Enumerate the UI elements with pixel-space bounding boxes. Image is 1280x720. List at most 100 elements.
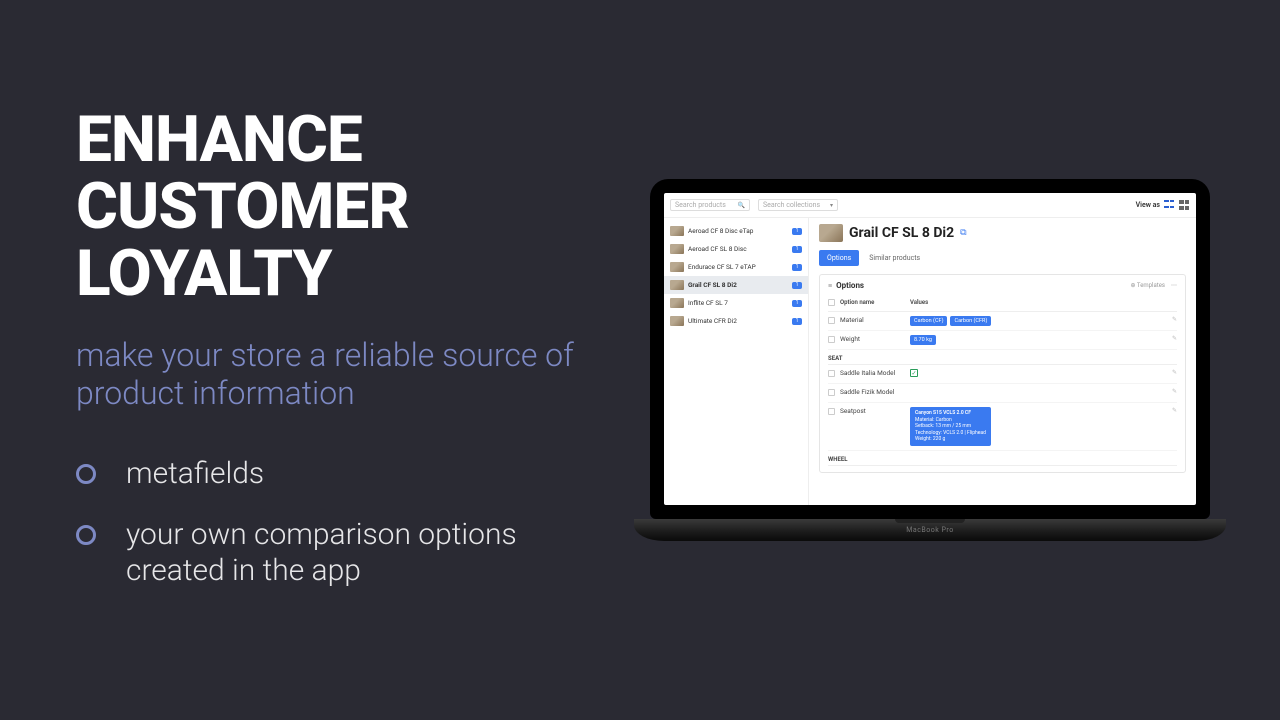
main-area: Aeroad CF 8 Disc eTap 1 Aeroad CF SL 8 Di… bbox=[664, 218, 1196, 505]
option-row: Saddle Italia Model ✓ ✎ bbox=[828, 365, 1177, 384]
chevron-down-icon: ▾ bbox=[830, 202, 833, 209]
search-placeholder: Search products bbox=[675, 201, 726, 209]
sidebar-item-label: Grail CF SL 8 Di2 bbox=[688, 281, 788, 289]
laptop-notch bbox=[895, 519, 965, 523]
sidebar-item[interactable]: Grail CF SL 8 Di2 1 bbox=[664, 276, 808, 294]
sidebar-item[interactable]: Endurace CF SL 7 eTAP 1 bbox=[664, 258, 808, 276]
view-as-toggle: View as bbox=[1136, 200, 1190, 211]
tab-options[interactable]: Options bbox=[819, 250, 859, 266]
section-header: SEAT bbox=[828, 350, 1177, 365]
sidebar-item[interactable]: Aeroad CF SL 8 Disc 1 bbox=[664, 240, 808, 258]
laptop-brand: MacBook Pro bbox=[906, 526, 953, 534]
option-name: Seatpost bbox=[840, 407, 910, 415]
count-badge: 1 bbox=[792, 228, 802, 235]
col-option-name: Option name bbox=[840, 299, 910, 308]
product-title: Grail CF SL 8 Di2 bbox=[849, 225, 954, 241]
product-thumb bbox=[670, 226, 684, 236]
list-icon: ≡ bbox=[828, 282, 832, 290]
option-row: Seatpost Canyon S15 VCLS 2.0 CF Material… bbox=[828, 403, 1177, 451]
product-detail: Grail CF SL 8 Di2 ⧉ Options Similar prod… bbox=[809, 218, 1196, 505]
sidebar-item[interactable]: Inflite CF SL 7 1 bbox=[664, 294, 808, 312]
check-icon: ✓ bbox=[910, 369, 918, 377]
edit-icon[interactable]: ✎ bbox=[1165, 407, 1177, 414]
value-tag-multiline[interactable]: Canyon S15 VCLS 2.0 CF Material: Carbon … bbox=[910, 407, 991, 446]
count-badge: 1 bbox=[792, 318, 802, 325]
option-name: Weight bbox=[840, 335, 910, 343]
search-products-input[interactable]: Search products 🔍 bbox=[670, 199, 750, 211]
count-badge: 1 bbox=[792, 300, 802, 307]
bullet-item: metafields bbox=[76, 456, 580, 493]
sidebar-item-label: Inflite CF SL 7 bbox=[688, 299, 788, 307]
option-row: Saddle Fizik Model ✎ bbox=[828, 384, 1177, 403]
value-tag[interactable]: Carbon (CF) bbox=[910, 316, 947, 326]
search-collections-input[interactable]: Search collections ▾ bbox=[758, 199, 838, 211]
option-name: Material bbox=[840, 316, 910, 324]
option-row: Weight 8.70 kg ✎ bbox=[828, 331, 1177, 350]
sidebar-item-label: Aeroad CF SL 8 Disc bbox=[688, 245, 788, 253]
headline: ENHANCE CUSTOMER LOYALTY bbox=[76, 106, 580, 308]
col-values: Values bbox=[910, 299, 1177, 308]
bullet-ring-icon bbox=[76, 525, 96, 545]
edit-icon[interactable]: ✎ bbox=[1165, 335, 1177, 342]
edit-icon[interactable]: ✎ bbox=[1165, 316, 1177, 323]
subheadline: make your store a reliable source of pro… bbox=[76, 336, 580, 413]
section-header: WHEEL bbox=[828, 451, 1177, 466]
templates-icon: ⊕ bbox=[1131, 282, 1136, 289]
tab-similar-products[interactable]: Similar products bbox=[861, 250, 928, 266]
headline-line: ENHANCE bbox=[76, 106, 580, 173]
marketing-copy: ENHANCE CUSTOMER LOYALTY make your store… bbox=[0, 106, 580, 614]
list-view-icon[interactable] bbox=[1164, 200, 1175, 211]
laptop-bezel: Search products 🔍 Search collections ▾ V… bbox=[650, 179, 1210, 519]
checkbox[interactable] bbox=[828, 389, 835, 396]
bullet-ring-icon bbox=[76, 464, 96, 484]
search-icon: 🔍 bbox=[738, 202, 745, 209]
product-thumb bbox=[670, 298, 684, 308]
checkbox[interactable] bbox=[828, 317, 835, 324]
count-badge: 1 bbox=[792, 282, 802, 289]
sidebar-item[interactable]: Aeroad CF 8 Disc eTap 1 bbox=[664, 222, 808, 240]
product-sidebar: Aeroad CF 8 Disc eTap 1 Aeroad CF SL 8 Di… bbox=[664, 218, 809, 505]
external-link-icon[interactable]: ⧉ bbox=[960, 228, 966, 238]
checkbox[interactable] bbox=[828, 408, 835, 415]
option-name: Saddle Fizik Model bbox=[840, 388, 910, 396]
product-thumb bbox=[670, 316, 684, 326]
topbar: Search products 🔍 Search collections ▾ V… bbox=[664, 193, 1196, 218]
product-thumb bbox=[670, 244, 684, 254]
product-thumb bbox=[670, 262, 684, 272]
app-screen: Search products 🔍 Search collections ▾ V… bbox=[664, 193, 1196, 505]
edit-icon[interactable]: ✎ bbox=[1165, 388, 1177, 395]
checkbox[interactable] bbox=[828, 336, 835, 343]
search-placeholder: Search collections bbox=[763, 201, 820, 209]
view-as-label: View as bbox=[1136, 201, 1160, 209]
value-tag[interactable]: Carbon (CFR) bbox=[950, 316, 991, 326]
bullet-text: metafields bbox=[126, 456, 264, 493]
option-name: Saddle Italia Model bbox=[840, 369, 910, 377]
product-thumb bbox=[670, 280, 684, 290]
bullet-list: metafields your own comparison options c… bbox=[76, 456, 580, 590]
panel-title: Options bbox=[836, 281, 864, 290]
grid-view-icon[interactable] bbox=[1179, 200, 1190, 211]
more-menu-icon[interactable]: ⋯ bbox=[1171, 282, 1177, 289]
option-row: Material Carbon (CF) Carbon (CFR) ✎ bbox=[828, 312, 1177, 331]
headline-line: CUSTOMER bbox=[76, 173, 580, 240]
edit-icon[interactable]: ✎ bbox=[1165, 369, 1177, 376]
bullet-item: your own comparison options created in t… bbox=[76, 517, 580, 590]
sidebar-item-label: Ultimate CFR Di2 bbox=[688, 317, 788, 325]
sidebar-item[interactable]: Ultimate CFR Di2 1 bbox=[664, 312, 808, 330]
count-badge: 1 bbox=[792, 246, 802, 253]
product-title-row: Grail CF SL 8 Di2 ⧉ bbox=[819, 224, 1186, 242]
laptop-mockup: Search products 🔍 Search collections ▾ V… bbox=[580, 179, 1280, 541]
checkbox[interactable] bbox=[828, 370, 835, 377]
sidebar-item-label: Aeroad CF 8 Disc eTap bbox=[688, 227, 788, 235]
options-header-row: Option name Values bbox=[828, 296, 1177, 312]
laptop-base: MacBook Pro bbox=[634, 519, 1226, 541]
checkbox[interactable] bbox=[828, 299, 835, 306]
sidebar-item-label: Endurace CF SL 7 eTAP bbox=[688, 263, 788, 271]
options-panel: ≡ Options ⊕ Templates ⋯ Option name bbox=[819, 274, 1186, 473]
bullet-text: your own comparison options created in t… bbox=[126, 517, 580, 590]
product-hero-thumb bbox=[819, 224, 843, 242]
headline-line: LOYALTY bbox=[76, 240, 580, 307]
count-badge: 1 bbox=[792, 264, 802, 271]
value-tag[interactable]: 8.70 kg bbox=[910, 335, 936, 345]
templates-button[interactable]: ⊕ Templates bbox=[1131, 282, 1165, 289]
